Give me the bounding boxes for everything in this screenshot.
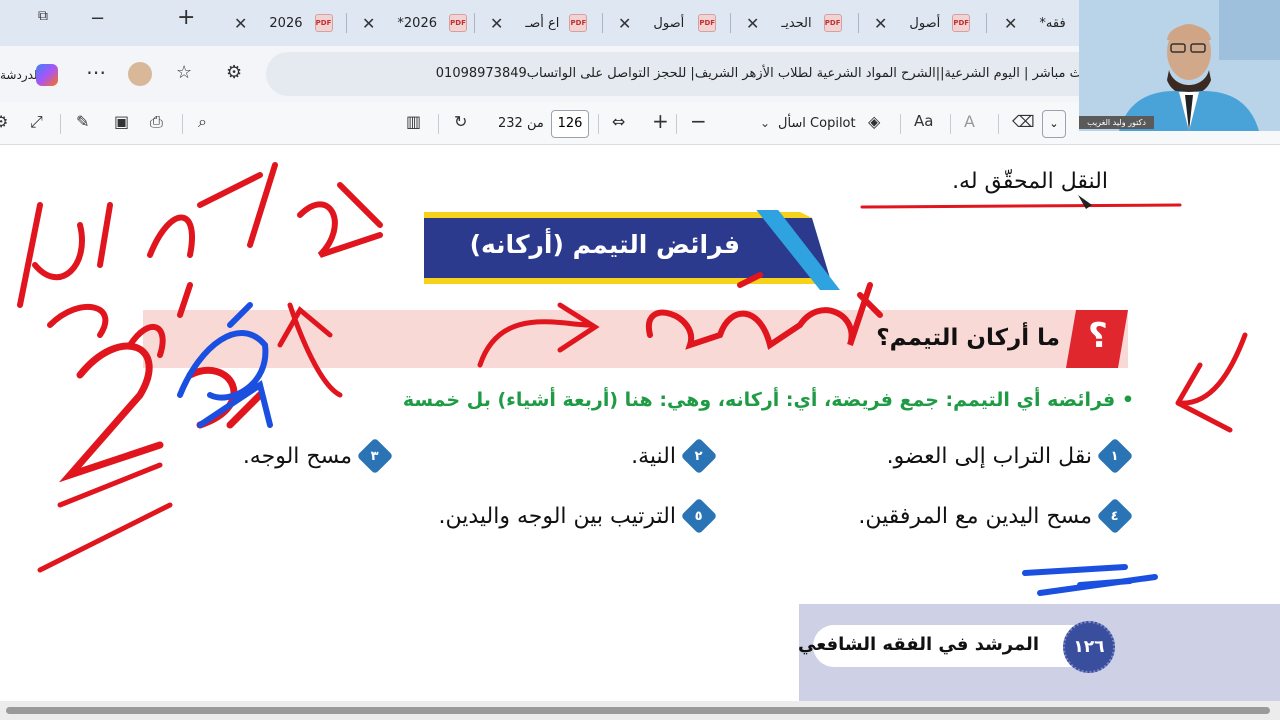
ink-word-author: [645, 272, 883, 350]
page-number-input[interactable]: 126: [551, 110, 589, 138]
tab-divider: [602, 13, 603, 33]
copilot-icon[interactable]: [36, 64, 58, 86]
chevron-down-icon[interactable]: ⌄: [760, 116, 770, 130]
page-total: من 232: [498, 116, 544, 131]
address-text: بث مباشر | اليوم الشرعية||الشرح المواد ا…: [435, 66, 1086, 81]
toolbar-divider: [182, 114, 183, 134]
favorites-icon[interactable]: ☆: [176, 62, 192, 83]
tab-label: 2026: [269, 15, 303, 31]
toolbar-divider: [950, 114, 951, 134]
ink-arrow-left: [277, 302, 343, 398]
rotate-icon[interactable]: ↻: [454, 112, 467, 131]
ink-word-part: [17, 162, 383, 308]
zoom-out-button[interactable]: −: [690, 109, 707, 133]
zoom-in-button[interactable]: +: [652, 109, 669, 133]
pdf-icon: PDF: [449, 14, 467, 32]
presenter-video: [1079, 0, 1280, 131]
ink-annotations: [17, 162, 1248, 596]
fullscreen-icon[interactable]: ⤢: [30, 112, 43, 132]
tab-4[interactable]: ✕ أصول PDF: [618, 6, 717, 40]
settings-icon[interactable]: ⚙: [0, 112, 8, 131]
ink-underline: [860, 203, 1182, 209]
chat-label[interactable]: الدردشة: [0, 68, 41, 82]
ink-underline-year: [37, 462, 173, 573]
tab-2[interactable]: ✕ *2026 PDF: [362, 6, 467, 40]
close-icon[interactable]: ✕: [490, 14, 503, 33]
ink-year-digits: [58, 342, 264, 483]
close-icon[interactable]: ✕: [746, 14, 759, 33]
scrollbar-thumb[interactable]: [6, 707, 1270, 714]
ink-arrow-list: [1175, 332, 1248, 433]
pdf-icon: PDF: [314, 14, 333, 32]
pdf-icon: PDF: [952, 14, 971, 32]
pdf-icon: PDF: [823, 14, 842, 32]
page-view-icon[interactable]: ▥: [406, 112, 421, 131]
new-tab-button[interactable]: +: [177, 5, 195, 30]
minimize-button[interactable]: −: [90, 8, 105, 29]
print-icon[interactable]: ⎙: [150, 112, 163, 132]
tab-divider: [474, 13, 475, 33]
toolbar-divider: [438, 114, 439, 134]
toolbar-divider: [60, 114, 61, 134]
tab-divider: [730, 13, 731, 33]
tab-label: أصول: [653, 15, 685, 31]
tab-divider: [346, 13, 347, 33]
fit-width-icon[interactable]: ⇔: [612, 112, 625, 131]
extensions-icon[interactable]: ⚙: [226, 62, 242, 83]
tab-3[interactable]: ✕ اع أصـ PDF: [490, 6, 588, 40]
close-icon[interactable]: ✕: [1004, 14, 1017, 33]
read-aloud-icon[interactable]: Aa: [914, 112, 933, 130]
toolbar-divider: [998, 114, 999, 134]
pdf-icon: PDF: [698, 14, 717, 32]
copilot-pdf-icon[interactable]: ◈: [868, 112, 880, 131]
search-icon[interactable]: ⌕: [198, 112, 207, 132]
tab-label: *2026: [397, 15, 437, 31]
tab-label: فقه*: [1039, 15, 1066, 31]
tab-divider: [986, 13, 987, 33]
workspaces-icon[interactable]: ⧉: [38, 8, 48, 24]
text-icon[interactable]: A: [964, 112, 975, 131]
tab-label: اع أصـ: [525, 15, 560, 31]
webcam-overlay: [1079, 0, 1280, 131]
toolbar-divider: [598, 114, 599, 134]
close-icon[interactable]: ✕: [618, 14, 631, 33]
eraser-dropdown[interactable]: ⌄: [1042, 110, 1066, 138]
toolbar-divider: [676, 114, 677, 134]
more-icon[interactable]: ⋯: [86, 60, 106, 84]
horizontal-scrollbar[interactable]: [0, 701, 1280, 720]
save-as-icon[interactable]: ✎: [76, 112, 89, 131]
ink-arrow-right: [477, 302, 600, 368]
copilot-ask-label[interactable]: اسأل Copilot: [778, 116, 856, 131]
ink-blue-number: [177, 302, 273, 428]
close-icon[interactable]: ✕: [874, 14, 887, 33]
presenter-caption: دكتور وليد الغريب: [1079, 116, 1154, 129]
save-icon[interactable]: ▣: [114, 112, 129, 131]
avatar[interactable]: [128, 62, 152, 86]
ink-blue-mark: [1022, 564, 1158, 596]
tab-label: الحديـ: [781, 15, 812, 31]
tab-1[interactable]: ✕ 2026 PDF: [234, 6, 333, 40]
close-icon[interactable]: ✕: [362, 14, 375, 33]
eraser-icon[interactable]: ⌫: [1012, 112, 1035, 131]
tab-divider: [858, 13, 859, 33]
pdf-icon: PDF: [569, 14, 588, 32]
close-icon[interactable]: ✕: [234, 14, 247, 33]
tab-6[interactable]: ✕ أصول PDF: [874, 6, 971, 40]
tab-label: أصول: [909, 15, 941, 31]
pdf-page: النقل المحقّق له. فرائض التيمم (أركانه) …: [0, 145, 1280, 701]
tab-7-active[interactable]: ✕ فقه*: [1004, 6, 1066, 40]
pdf-viewer[interactable]: النقل المحقّق له. فرائض التيمم (أركانه) …: [0, 145, 1280, 701]
toolbar-divider: [900, 114, 901, 134]
tab-5[interactable]: ✕ الحديـ PDF: [746, 6, 842, 40]
